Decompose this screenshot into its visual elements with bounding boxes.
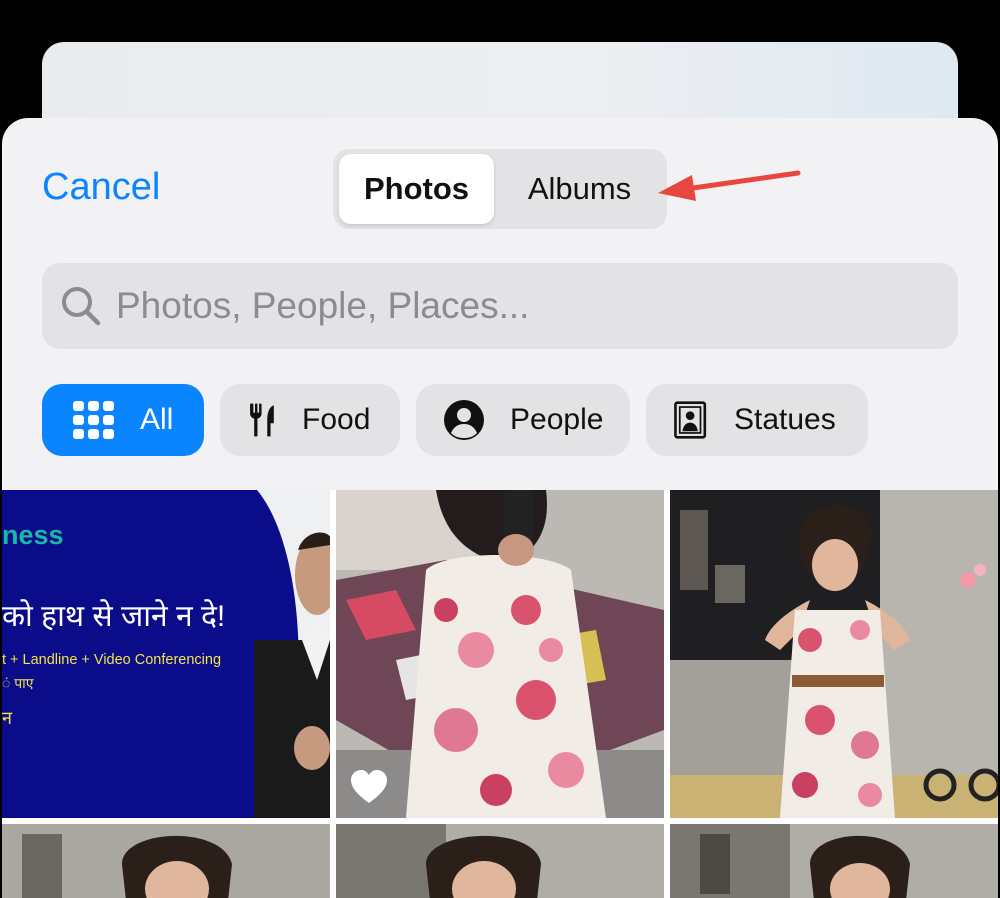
photo-graphic (336, 824, 664, 898)
person-circle-icon (444, 400, 484, 440)
photo-picker-sheet: Cancel Photos Albums Photos, People, Pla… (2, 118, 998, 898)
photo-graphic (670, 490, 998, 818)
annotation-arrow (658, 170, 801, 201)
filter-chip-label: People (510, 403, 604, 436)
banner-line: को हाथ से जाने न दे! (2, 600, 226, 633)
favorite-heart-icon (351, 770, 387, 803)
filter-chip-food[interactable]: Food (220, 384, 400, 456)
photo-thumbnail[interactable] (336, 490, 664, 818)
photo-thumbnail[interactable]: ness को हाथ से जाने न दे! t + Landline +… (2, 490, 330, 818)
photo-graphic (336, 490, 664, 818)
banner-line: ं पाए (2, 675, 34, 691)
cancel-button[interactable]: Cancel (42, 166, 160, 209)
photo-graphic (670, 824, 998, 898)
search-placeholder: Photos, People, Places... (116, 285, 530, 326)
banner-line: t + Landline + Video Conferencing (2, 652, 222, 668)
search-field[interactable]: Photos, People, Places... (42, 263, 958, 349)
filter-chip-label: Statues (734, 403, 836, 436)
photo-graphic (2, 824, 330, 898)
filter-chip-label: All (140, 403, 174, 436)
filter-chip-all[interactable]: All (42, 384, 204, 456)
portrait-frame-icon (674, 401, 707, 439)
filter-chip-statues[interactable]: Statues (646, 384, 868, 456)
grid-icon (73, 401, 114, 439)
photo-thumbnail[interactable] (670, 490, 998, 818)
photo-thumbnail[interactable] (670, 824, 998, 898)
filter-chip-label: Food (302, 403, 371, 436)
fork-knife-icon (250, 403, 274, 437)
photo-thumbnail[interactable] (336, 824, 664, 898)
photo-thumbnail[interactable] (2, 824, 330, 898)
filter-chip-people[interactable]: People (416, 384, 630, 456)
banner-line: ness (2, 520, 64, 550)
search-icon (62, 287, 101, 326)
photo-grid: ness को हाथ से जाने न दे! t + Landline +… (2, 490, 998, 898)
banner-line: न (2, 708, 12, 728)
screen: Cancel Photos Albums Photos, People, Pla… (0, 0, 1000, 898)
segmented-control: Photos Albums (333, 149, 667, 229)
segment-photos[interactable]: Photos (339, 154, 494, 224)
segment-albums[interactable]: Albums (498, 154, 661, 224)
